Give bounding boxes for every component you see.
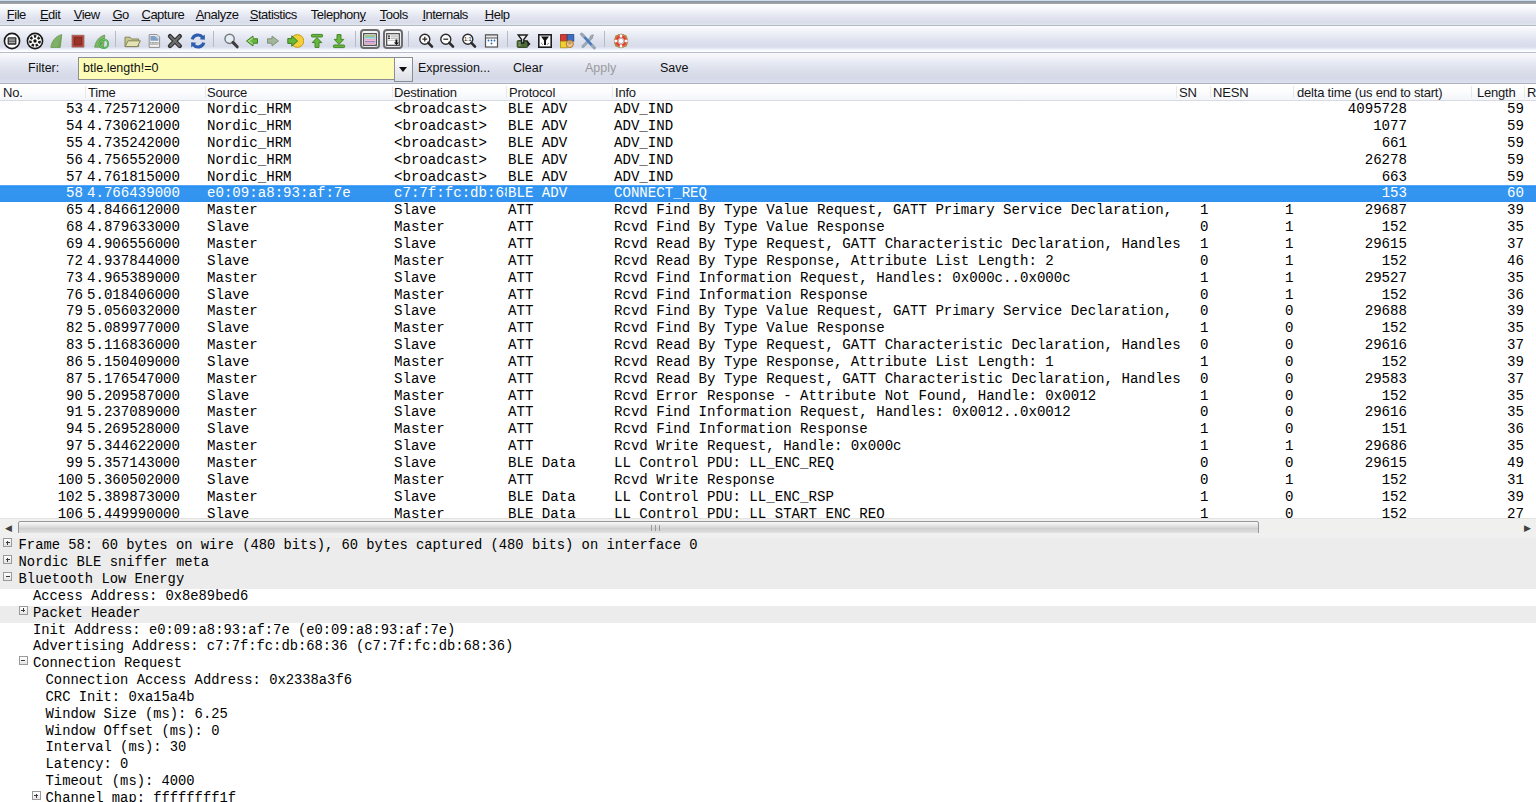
- svg-text:1:1: 1:1: [464, 36, 472, 42]
